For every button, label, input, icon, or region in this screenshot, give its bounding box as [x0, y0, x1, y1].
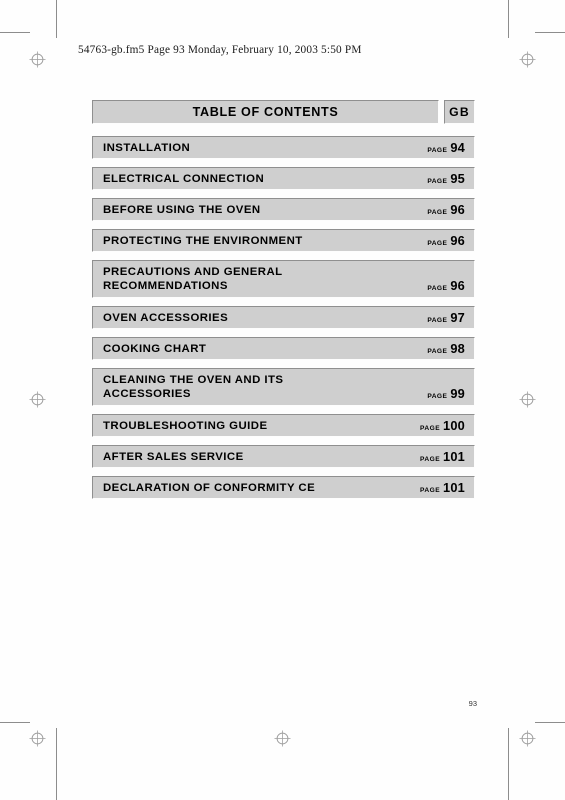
toc-entry-page-word: PAGE	[427, 348, 448, 355]
toc-entry-page-word: PAGE	[420, 487, 441, 494]
toc-entry-label: DECLARATION OF CONFORMITY CE	[103, 481, 316, 494]
page-number: 93	[468, 699, 477, 708]
crop-line-top-left	[0, 32, 30, 33]
page-title: TABLE OF CONTENTS	[192, 105, 339, 119]
toc-entry-page-number: 96	[450, 278, 465, 293]
toc-entry-label: PROTECTING THE ENVIRONMENT	[103, 234, 303, 247]
toc-entry[interactable]: CLEANING THE OVEN AND ITS ACCESSORIES PAG…	[92, 368, 475, 406]
toc-entry-label: TROUBLESHOOTING GUIDE	[103, 419, 268, 432]
toc-entry[interactable]: ELECTRICAL CONNECTION PAGE 95	[92, 167, 475, 190]
crop-line-top-right	[535, 32, 565, 33]
toc-entry[interactable]: PRECAUTIONS AND GENERAL RECOMMENDATIONS P…	[92, 260, 475, 298]
toc-entry-label: OVEN ACCESSORIES	[103, 311, 229, 324]
running-header: 54763-gb.fm5 Page 93 Monday, February 10…	[78, 44, 362, 56]
toc-entry[interactable]: COOKING CHART PAGE 98	[92, 337, 475, 360]
toc-entry-page: PAGE 100	[408, 418, 465, 433]
toc-entry-label: ELECTRICAL CONNECTION	[103, 172, 265, 185]
crop-line-right-top	[508, 0, 509, 38]
crop-line-left-bottom	[56, 728, 57, 800]
toc-entry-label: INSTALLATION	[103, 141, 191, 154]
crop-line-bottom-left	[0, 722, 30, 723]
toc-entry-label: PRECAUTIONS AND GENERAL RECOMMENDATIONS	[103, 266, 283, 292]
toc-entry[interactable]: INSTALLATION PAGE 94	[92, 136, 475, 159]
registration-target-icon	[519, 730, 536, 747]
toc-entry[interactable]: AFTER SALES SERVICE PAGE 101	[92, 445, 475, 468]
toc-entry-label: AFTER SALES SERVICE	[103, 450, 244, 463]
toc-entry-page-word: PAGE	[420, 456, 441, 463]
toc-entry-page-number: 94	[450, 140, 465, 155]
toc-entry-page-word: PAGE	[427, 240, 448, 247]
toc-entry-page-number: 101	[443, 480, 465, 495]
toc-entry-page: PAGE 96	[415, 202, 465, 217]
toc-entry[interactable]: DECLARATION OF CONFORMITY CE PAGE 101	[92, 476, 475, 499]
toc-entry-page-word: PAGE	[427, 393, 448, 400]
toc-entry[interactable]: PROTECTING THE ENVIRONMENT PAGE 96	[92, 229, 475, 252]
toc-entry-page-word: PAGE	[427, 317, 448, 324]
toc-entry-list: INSTALLATION PAGE 94 ELECTRICAL CONNECTION P…	[92, 136, 475, 499]
crop-line-bottom-right	[535, 722, 565, 723]
toc-entry-page-number: 99	[450, 386, 465, 401]
toc-entry-page-number: 96	[450, 202, 465, 217]
toc-entry-page: PAGE 101	[408, 449, 465, 464]
toc-entry-page-number: 101	[443, 449, 465, 464]
toc-entry-label: BEFORE USING THE OVEN	[103, 203, 261, 216]
toc-entry-page-word: PAGE	[427, 285, 448, 292]
toc-entry-page: PAGE 94	[415, 140, 465, 155]
toc-title-row: TABLE OF CONTENTS GB	[92, 100, 475, 124]
toc-entry-label: CLEANING THE OVEN AND ITS ACCESSORIES	[103, 374, 284, 400]
toc-entry[interactable]: OVEN ACCESSORIES PAGE 97	[92, 306, 475, 329]
toc-entry-page-number: 96	[450, 233, 465, 248]
registration-target-icon	[519, 51, 536, 68]
toc-entry[interactable]: BEFORE USING THE OVEN PAGE 96	[92, 198, 475, 221]
toc-entry-page-number: 98	[450, 341, 465, 356]
toc-entry[interactable]: TROUBLESHOOTING GUIDE PAGE 100	[92, 414, 475, 437]
toc-entry-page: PAGE 95	[415, 171, 465, 186]
crop-line-right-bottom	[508, 728, 509, 800]
document-page: 54763-gb.fm5 Page 93 Monday, February 10…	[0, 0, 565, 800]
toc-entry-page: PAGE 98	[415, 341, 465, 356]
toc-entry-page: PAGE 97	[415, 310, 465, 325]
toc-entry-page: PAGE 99	[415, 386, 465, 401]
registration-target-icon	[29, 51, 46, 68]
toc-entry-page-number: 97	[450, 310, 465, 325]
toc-entry-page-word: PAGE	[427, 147, 448, 154]
registration-target-icon	[274, 730, 291, 747]
toc-entry-page: PAGE 101	[408, 480, 465, 495]
language-badge: GB	[444, 100, 475, 124]
toc-title-panel: TABLE OF CONTENTS	[92, 100, 439, 124]
toc-entry-page-word: PAGE	[420, 425, 441, 432]
registration-target-icon	[519, 391, 536, 408]
toc-entry-label: COOKING CHART	[103, 342, 207, 355]
toc-entry-page-number: 95	[450, 171, 465, 186]
language-badge-label: GB	[449, 105, 470, 119]
table-of-contents: TABLE OF CONTENTS GB INSTALLATION PAGE 94 E…	[92, 100, 475, 507]
toc-entry-page-number: 100	[443, 418, 465, 433]
registration-target-icon	[29, 391, 46, 408]
toc-entry-page-word: PAGE	[427, 178, 448, 185]
toc-entry-page: PAGE 96	[415, 233, 465, 248]
toc-entry-page-word: PAGE	[427, 209, 448, 216]
registration-target-icon	[29, 730, 46, 747]
toc-entry-page: PAGE 96	[415, 278, 465, 293]
crop-line-left-top	[56, 0, 57, 38]
